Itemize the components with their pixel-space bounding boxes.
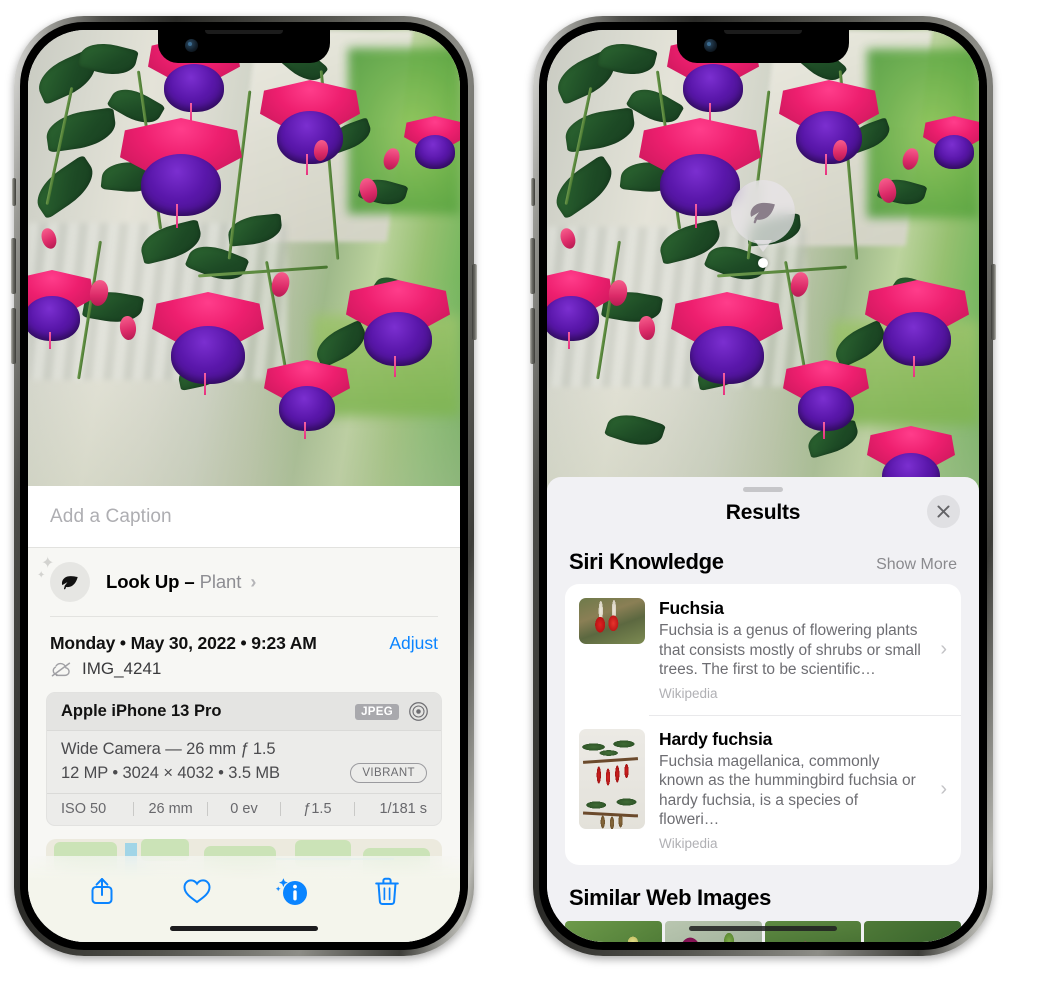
leaf-icon (750, 202, 775, 224)
chevron-right-icon: › (940, 637, 947, 660)
pin-anchor-dot (758, 258, 768, 268)
front-camera-icon (185, 39, 198, 52)
left-phone-device: Add a Caption ✦ ✦ Look Up – Plant › Mond… (11, 16, 477, 956)
earpiece-speaker (205, 30, 283, 34)
exif-row: ISO 50 26 mm 0 ev ƒ1.5 1/181 s (47, 793, 441, 825)
similar-web-images-strip[interactable] (547, 920, 979, 942)
volume-down-button[interactable] (530, 308, 535, 364)
volume-down-button[interactable] (11, 308, 16, 364)
siri-knowledge-cards: Fuchsia Fuchsia is a genus of flowering … (565, 584, 961, 865)
knowledge-card-source: Wikipedia (659, 835, 718, 851)
left-phone-bezel: Add a Caption ✦ ✦ Look Up – Plant › Mond… (20, 22, 468, 950)
pin-bubble[interactable] (731, 180, 795, 244)
knowledge-card-source: Wikipedia (659, 685, 718, 701)
share-button[interactable] (79, 868, 125, 914)
share-icon (91, 878, 112, 904)
silence-switch[interactable] (531, 178, 535, 206)
knowledge-card-text: Fuchsia Fuchsia is a genus of flowering … (659, 598, 922, 701)
photographic-style-badge: VIBRANT (350, 763, 427, 783)
exif-aperture: ƒ1.5 (303, 801, 332, 817)
trash-icon (374, 877, 399, 905)
look-up-label: Look Up – Plant › (106, 571, 256, 593)
web-image-thumb[interactable] (664, 920, 762, 942)
power-button[interactable] (472, 264, 477, 340)
knowledge-card-title: Hardy fuchsia (659, 728, 773, 749)
chevron-right-icon: › (250, 572, 257, 592)
fuchsia-thumbnail (579, 598, 645, 644)
siri-knowledge-title: Siri Knowledge (569, 549, 724, 574)
left-phone-screen: Add a Caption ✦ ✦ Look Up – Plant › Mond… (28, 30, 460, 942)
web-image-thumb[interactable] (864, 920, 961, 942)
leaf-badge: ✦ ✦ (37, 556, 90, 602)
aperture-icon (409, 702, 428, 721)
camera-model: Apple iPhone 13 Pro (61, 702, 222, 720)
datetime-row: Monday • May 30, 2022 • 9:23 AM Adjust (28, 617, 460, 656)
right-phone-screen: Results Siri Knowledge Show More Fuchsia… (547, 30, 979, 942)
knowledge-card-description: Fuchsia magellanica, commonly known as t… (659, 752, 916, 829)
siri-knowledge-header: Siri Knowledge Show More (547, 525, 979, 584)
right-phone-device: Results Siri Knowledge Show More Fuchsia… (530, 16, 996, 956)
adjust-button[interactable]: Adjust (389, 633, 438, 654)
exif-shutter: 1/181 s (379, 801, 428, 817)
heart-icon (182, 879, 211, 904)
look-up-row[interactable]: ✦ ✦ Look Up – Plant › (28, 548, 460, 617)
photo-datetime: Monday • May 30, 2022 • 9:23 AM (50, 633, 317, 653)
camera-card-body: Wide Camera — 26 mm ƒ 1.5 12 MP • 3024 ×… (47, 731, 441, 793)
filename-row: IMG_4241 (28, 656, 460, 692)
notch (158, 30, 330, 63)
earpiece-speaker (724, 30, 802, 34)
sparkle-icon-small: ✦ (37, 570, 46, 581)
camera-card-header: Apple iPhone 13 Pro JPEG (47, 693, 441, 731)
screenshot-canvas: Add a Caption ✦ ✦ Look Up – Plant › Mond… (0, 0, 1055, 985)
lens-info: Wide Camera — 26 mm ƒ 1.5 (61, 740, 276, 758)
photo-fuchsia-plant[interactable] (28, 30, 460, 490)
knowledge-card-hardy-fuchsia[interactable]: Hardy fuchsia Fuchsia magellanica, commo… (565, 714, 961, 865)
notch (677, 30, 849, 63)
right-phone-bezel: Results Siri Knowledge Show More Fuchsia… (539, 22, 987, 950)
results-title: Results (725, 501, 801, 524)
camera-info-card[interactable]: Apple iPhone 13 Pro JPEG Wide Camera — 2… (46, 692, 442, 826)
hardy-fuchsia-thumbnail (579, 728, 645, 829)
delete-button[interactable] (364, 868, 410, 914)
info-sparkle-icon (275, 878, 307, 905)
caption-input-row[interactable]: Add a Caption (28, 486, 460, 548)
show-more-button[interactable]: Show More (876, 556, 957, 574)
favorite-button[interactable] (174, 868, 220, 914)
chevron-right-icon: › (940, 778, 947, 801)
web-image-thumb[interactable] (565, 920, 662, 942)
volume-up-button[interactable] (11, 238, 16, 294)
caption-input[interactable]: Add a Caption (50, 506, 438, 528)
power-button[interactable] (991, 264, 996, 340)
similar-web-images-title: Similar Web Images (569, 884, 772, 910)
knowledge-card-text: Hardy fuchsia Fuchsia magellanica, commo… (659, 729, 922, 851)
cloud-slash-icon (51, 662, 71, 676)
knowledge-card-title: Fuchsia (659, 598, 724, 618)
look-up-subject: Plant (199, 571, 242, 592)
leaf-icon (61, 576, 78, 590)
exif-focal: 26 mm (148, 801, 193, 817)
knowledge-card-description: Fuchsia is a genus of flowering plants t… (659, 622, 921, 679)
silence-switch[interactable] (12, 178, 16, 206)
visual-lookup-pin[interactable] (731, 180, 795, 268)
web-image-thumb[interactable] (764, 920, 862, 942)
look-up-dash: – (184, 571, 195, 592)
knowledge-card-fuchsia[interactable]: Fuchsia Fuchsia is a genus of flowering … (565, 584, 961, 715)
exif-iso: ISO 50 (61, 801, 107, 817)
results-header: Results (547, 492, 979, 528)
close-icon (937, 505, 950, 518)
format-badge: JPEG (355, 703, 399, 720)
volume-up-button[interactable] (530, 238, 535, 294)
info-button[interactable] (269, 868, 315, 914)
photo-filename: IMG_4241 (82, 659, 162, 678)
home-indicator[interactable] (170, 926, 318, 931)
look-up-text: Look Up (106, 571, 180, 592)
front-camera-icon (704, 39, 717, 52)
image-specs: 12 MP • 3024 × 4032 • 3.5 MB (61, 763, 280, 782)
close-button[interactable] (927, 495, 960, 528)
results-sheet: Results Siri Knowledge Show More Fuchsia… (547, 477, 979, 942)
exif-exposure: 0 ev (230, 801, 258, 817)
home-indicator[interactable] (689, 926, 837, 931)
